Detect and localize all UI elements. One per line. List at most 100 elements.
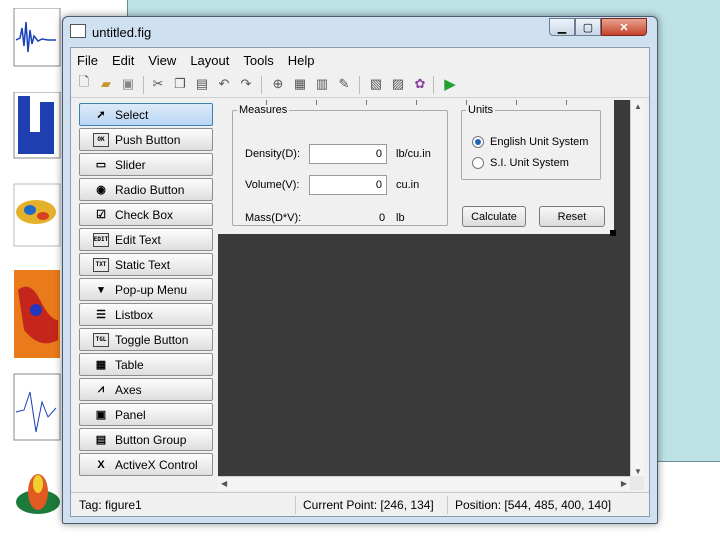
palette-button-group-button[interactable]: ▤ Button Group (79, 428, 213, 451)
palette-item-label: Static Text (115, 257, 171, 272)
vertical-scrollbar[interactable]: ▲ ▼ (630, 100, 644, 478)
palette-pop-up-menu-button[interactable]: ▾ Pop-up Menu (79, 278, 213, 301)
run-icon[interactable]: ▶ (441, 75, 459, 93)
scroll-right-icon[interactable]: ▶ (621, 479, 627, 488)
thumbnail-3d-surface (10, 462, 62, 522)
cursor-arrow-icon: ➚ (96, 109, 106, 121)
menu-layout[interactable]: Layout (190, 53, 229, 68)
toggle-button-icon: TGL (93, 332, 109, 347)
units-group-title: Units (468, 104, 494, 116)
window-client-area: File Edit View Layout Tools Help 🗋 ▰ ▣ ✂… (70, 47, 650, 517)
density-field[interactable]: 0 (309, 144, 387, 164)
palette-radio-button-button[interactable]: ◉ Radio Button (79, 178, 213, 201)
palette-item-label: Radio Button (115, 182, 185, 197)
volume-unit: cu.in (396, 179, 420, 191)
measures-panel[interactable]: Measures Density(D): 0 lb/cu.in Volume(V… (232, 104, 448, 226)
figure-resize-handle[interactable] (610, 230, 616, 236)
palette-slider-button[interactable]: ▭ Slider (79, 153, 213, 176)
activex-icon: X (97, 458, 105, 471)
units-button-group[interactable]: Units English Unit System S.I. Unit Syst… (461, 104, 601, 180)
static-text-icon: TXT (93, 257, 109, 272)
mass-label: Mass(D*V): (245, 212, 302, 224)
menu-edit[interactable]: Edit (112, 53, 134, 68)
menu-view[interactable]: View (148, 53, 176, 68)
edit-text-icon: EDIT (93, 232, 109, 247)
palette-edit-text-button[interactable]: EDIT Edit Text (79, 228, 213, 251)
figure-area[interactable]: Measures Density(D): 0 lb/cu.in Volume(V… (218, 100, 616, 236)
measures-panel-title: Measures (239, 104, 288, 116)
status-bar: Tag: figure1 Current Point: [246, 134] P… (71, 492, 649, 516)
align-objects-icon[interactable]: ⊕ (269, 75, 287, 93)
palette-select-button[interactable]: ➚ Select (79, 103, 213, 126)
status-tag: Tag: figure1 (79, 498, 142, 512)
palette-listbox-button[interactable]: ☰ Listbox (79, 303, 213, 326)
menu-bar: File Edit View Layout Tools Help (71, 48, 649, 72)
thumbnail-bar-plot (10, 92, 62, 164)
paste-icon[interactable]: ▤ (193, 75, 211, 93)
palette-panel-button[interactable]: ▣ Panel (79, 403, 213, 426)
table-icon: ▦ (95, 359, 107, 371)
toolbar-separator (261, 76, 262, 94)
toolbar-separator (433, 76, 434, 94)
menu-editor-icon[interactable]: ▦ (291, 75, 309, 93)
minimize-button[interactable]: ▁ (549, 18, 575, 36)
close-button[interactable]: ✕ (601, 18, 647, 36)
copy-icon[interactable]: ❐ (171, 75, 189, 93)
horizontal-scrollbar[interactable]: ◀ ▶ (218, 476, 630, 490)
open-folder-icon[interactable]: ▰ (97, 75, 115, 93)
mass-unit: lb (396, 212, 405, 224)
calculate-button[interactable]: Calculate (462, 206, 526, 227)
toolbar-separator (143, 76, 144, 94)
thumbnail-image-plot (10, 270, 62, 362)
density-label: Density(D): (245, 148, 301, 160)
mass-value: 0 (379, 212, 386, 224)
menu-file[interactable]: File (77, 53, 98, 68)
palette-item-label: Pop-up Menu (115, 282, 188, 297)
palette-item-label: Panel (115, 407, 146, 422)
title-bar[interactable]: untitled.fig ▁ ▢ ✕ (63, 17, 657, 47)
cut-icon[interactable]: ✂ (149, 75, 167, 93)
english-unit-radio[interactable]: English Unit System (472, 136, 588, 148)
palette-item-label: Push Button (115, 132, 181, 147)
thumbnail-line-plot (10, 372, 62, 448)
push-button-icon: OK (93, 132, 109, 147)
tab-order-editor-icon[interactable]: ▥ (313, 75, 331, 93)
scroll-up-icon[interactable]: ▲ (634, 102, 642, 111)
palette-push-button-button[interactable]: OK Push Button (79, 128, 213, 151)
axes-icon: ⩘ (97, 383, 105, 395)
save-icon[interactable]: ▣ (119, 75, 137, 93)
new-file-icon[interactable]: 🗋 (75, 74, 93, 93)
layout-editor-canvas[interactable]: Measures Density(D): 0 lb/cu.in Volume(V… (218, 100, 644, 490)
reset-button[interactable]: Reset (539, 206, 605, 227)
palette-toggle-button-button[interactable]: TGL Toggle Button (79, 328, 213, 351)
si-unit-radio[interactable]: S.I. Unit System (472, 157, 569, 169)
toolbar-editor-icon[interactable]: ✎ (335, 75, 353, 93)
radio-selected-dot (475, 139, 481, 145)
scroll-left-icon[interactable]: ◀ (221, 479, 227, 488)
slider-icon: ▭ (95, 159, 107, 171)
undo-icon[interactable]: ↶ (215, 75, 233, 93)
palette-check-box-button[interactable]: ☑ Check Box (79, 203, 213, 226)
panel-icon: ▣ (95, 409, 107, 421)
palette-axes-button[interactable]: ⩘ Axes (79, 378, 213, 401)
listbox-icon: ☰ (96, 309, 106, 321)
maximize-button[interactable]: ▢ (575, 18, 601, 36)
palette-item-label: Toggle Button (115, 332, 189, 347)
radio-indicator (472, 136, 484, 148)
palette-static-text-button[interactable]: TXT Static Text (79, 253, 213, 276)
palette-item-label: Table (115, 357, 144, 372)
status-position: Position: [544, 485, 400, 140] (455, 498, 612, 512)
scroll-down-icon[interactable]: ▼ (634, 467, 642, 476)
palette-activex-control-button[interactable]: X ActiveX Control (79, 453, 213, 476)
palette-item-label: Edit Text (115, 232, 161, 247)
property-inspector-icon[interactable]: ▨ (389, 75, 407, 93)
palette-item-label: Slider (115, 157, 146, 172)
mfile-editor-icon[interactable]: ▧ (367, 75, 385, 93)
menu-tools[interactable]: Tools (243, 53, 273, 68)
volume-field[interactable]: 0 (309, 175, 387, 195)
object-browser-icon[interactable]: ✿ (411, 75, 429, 93)
palette-table-button[interactable]: ▦ Table (79, 353, 213, 376)
palette-item-label: Check Box (115, 207, 174, 222)
menu-help[interactable]: Help (288, 53, 315, 68)
redo-icon[interactable]: ↷ (237, 75, 255, 93)
